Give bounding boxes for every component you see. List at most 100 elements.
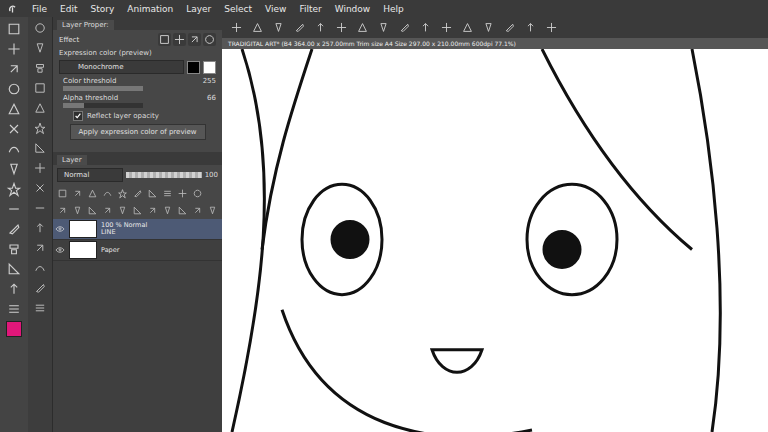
- layer-tool-icon[interactable]: [192, 188, 203, 199]
- menu-item[interactable]: Filter: [299, 4, 321, 14]
- threshold-slider[interactable]: [63, 103, 143, 108]
- tool-icon[interactable]: [6, 21, 22, 37]
- command-icon[interactable]: [377, 21, 390, 34]
- menu-item[interactable]: View: [265, 4, 286, 14]
- layer-tool-icon[interactable]: [117, 188, 128, 199]
- main-color-swatch[interactable]: [6, 321, 22, 337]
- white-color-box[interactable]: [203, 61, 216, 74]
- tool-icon[interactable]: [6, 161, 22, 177]
- command-icon[interactable]: [251, 21, 264, 34]
- command-icon[interactable]: [545, 21, 558, 34]
- tool-icon[interactable]: [6, 221, 22, 237]
- tool-icon[interactable]: [6, 41, 22, 57]
- layer-command-icon[interactable]: [102, 205, 113, 216]
- layer-tool-icon[interactable]: [162, 188, 173, 199]
- layer-tool-icon[interactable]: [87, 188, 98, 199]
- sub-tool-icon[interactable]: [33, 181, 47, 195]
- menu-item[interactable]: Help: [383, 4, 404, 14]
- eye-icon[interactable]: [55, 245, 65, 255]
- layer-row[interactable]: Paper: [53, 240, 222, 261]
- layer-tool-icon[interactable]: [102, 188, 113, 199]
- menu-item[interactable]: Edit: [60, 4, 77, 14]
- command-icon[interactable]: [230, 21, 243, 34]
- command-icon[interactable]: [314, 21, 327, 34]
- command-icon[interactable]: [419, 21, 432, 34]
- app-logo-icon[interactable]: [6, 2, 19, 15]
- menu-item[interactable]: Window: [335, 4, 371, 14]
- layer-row[interactable]: 100 % NormalLINE: [53, 219, 222, 240]
- sub-tool-icon[interactable]: [33, 41, 47, 55]
- layer-command-icon[interactable]: [147, 205, 158, 216]
- sub-tool-icon[interactable]: [33, 261, 47, 275]
- sub-tool-icon[interactable]: [33, 21, 47, 35]
- command-icon[interactable]: [293, 21, 306, 34]
- layer-command-icon[interactable]: [117, 205, 128, 216]
- tool-icon[interactable]: [6, 301, 22, 317]
- sub-tool-icon[interactable]: [33, 101, 47, 115]
- apply-button[interactable]: Apply expression color of preview: [70, 124, 206, 140]
- layer-command-icon[interactable]: [207, 205, 218, 216]
- layer-command-icon[interactable]: [192, 205, 203, 216]
- threshold-slider[interactable]: [63, 86, 143, 91]
- threshold-value[interactable]: 255: [203, 77, 216, 85]
- command-icon[interactable]: [503, 21, 516, 34]
- layer-command-icon[interactable]: [87, 205, 98, 216]
- sub-tool-icon[interactable]: [33, 61, 47, 75]
- command-icon[interactable]: [272, 21, 285, 34]
- sub-tool-icon[interactable]: [33, 221, 47, 235]
- layer-command-icon[interactable]: [162, 205, 173, 216]
- sub-tool-icon[interactable]: [33, 161, 47, 175]
- menu-item[interactable]: Animation: [127, 4, 173, 14]
- tool-icon[interactable]: [6, 181, 22, 197]
- sub-tool-icon[interactable]: [33, 301, 47, 315]
- tool-icon[interactable]: [6, 61, 22, 77]
- threshold-value[interactable]: 66: [207, 94, 216, 102]
- tool-icon[interactable]: [6, 141, 22, 157]
- command-icon[interactable]: [461, 21, 474, 34]
- reflect-opacity-checkbox[interactable]: [73, 111, 83, 121]
- tool-icon[interactable]: [6, 281, 22, 297]
- sub-tool-icon[interactable]: [33, 81, 47, 95]
- black-color-box[interactable]: [187, 61, 200, 74]
- sub-tool-icon[interactable]: [33, 121, 47, 135]
- layer-command-icon[interactable]: [72, 205, 83, 216]
- command-icon[interactable]: [335, 21, 348, 34]
- opacity-slider[interactable]: [126, 172, 202, 178]
- document-tab[interactable]: TRADIGITAL ART* (B4 364.00 x 257.00mm Tr…: [222, 38, 768, 49]
- tool-icon[interactable]: [6, 261, 22, 277]
- layer-property-tab[interactable]: Layer Proper:: [57, 20, 114, 30]
- layer-tool-icon[interactable]: [177, 188, 188, 199]
- canvas-artwork[interactable]: [222, 49, 768, 432]
- effect-icon[interactable]: [188, 33, 201, 46]
- layer-command-icon[interactable]: [132, 205, 143, 216]
- sub-tool-icon[interactable]: [33, 281, 47, 295]
- sub-tool-icon[interactable]: [33, 141, 47, 155]
- menu-item[interactable]: File: [32, 4, 47, 14]
- layer-command-icon[interactable]: [177, 205, 188, 216]
- reflect-opacity-option[interactable]: Reflect layer opacity: [59, 111, 216, 121]
- layer-tool-icon[interactable]: [57, 188, 68, 199]
- layer-tool-icon[interactable]: [147, 188, 158, 199]
- command-icon[interactable]: [440, 21, 453, 34]
- tool-icon[interactable]: [6, 101, 22, 117]
- command-icon[interactable]: [398, 21, 411, 34]
- effect-icon[interactable]: [173, 33, 186, 46]
- effect-icon[interactable]: [203, 33, 216, 46]
- sub-tool-icon[interactable]: [33, 201, 47, 215]
- tool-icon[interactable]: [6, 121, 22, 137]
- command-icon[interactable]: [524, 21, 537, 34]
- tool-icon[interactable]: [6, 241, 22, 257]
- layer-tab[interactable]: Layer: [57, 155, 87, 165]
- layer-command-icon[interactable]: [57, 205, 68, 216]
- layer-tool-icon[interactable]: [132, 188, 143, 199]
- expression-mode-dropdown[interactable]: Monochrome: [59, 60, 184, 74]
- sub-tool-icon[interactable]: [33, 241, 47, 255]
- opacity-value[interactable]: 100: [205, 171, 218, 179]
- menu-item[interactable]: Layer: [186, 4, 211, 14]
- effect-icon[interactable]: [158, 33, 171, 46]
- command-icon[interactable]: [482, 21, 495, 34]
- tool-icon[interactable]: [6, 81, 22, 97]
- blend-mode-dropdown[interactable]: Normal: [57, 168, 123, 182]
- menu-item[interactable]: Story: [91, 4, 115, 14]
- layer-tool-icon[interactable]: [72, 188, 83, 199]
